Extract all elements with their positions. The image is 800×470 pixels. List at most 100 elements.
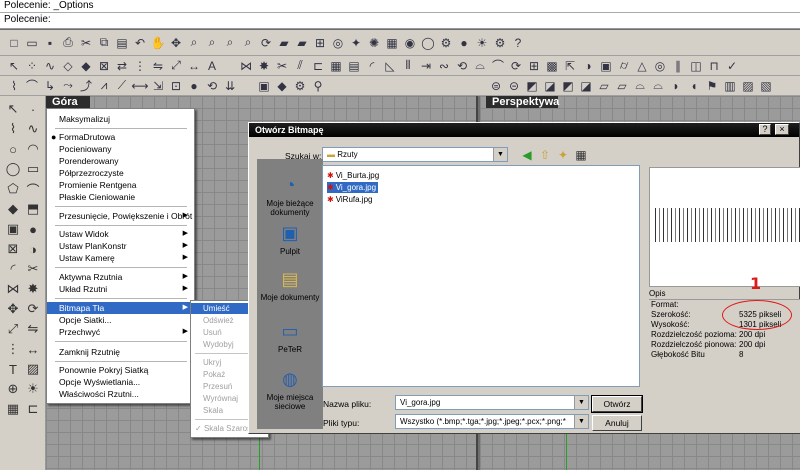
- select-arrow-icon[interactable]: ↖: [4, 100, 22, 118]
- place-network[interactable]: ◍ Moje miejsca sieciowe: [257, 367, 323, 412]
- hatch-tool-icon[interactable]: ▨: [24, 360, 42, 378]
- image2-icon[interactable]: ▧: [758, 78, 774, 94]
- view-menu-icon[interactable]: ▦: [573, 147, 589, 163]
- sphere-tool-icon[interactable]: ●: [24, 220, 42, 238]
- place-recent[interactable]: ◔ Moje bieżące dokumenty: [257, 173, 323, 218]
- check-icon[interactable]: ✓: [724, 58, 740, 74]
- cone-icon[interactable]: △: [634, 58, 650, 74]
- box-tool-icon[interactable]: ▣: [4, 220, 22, 238]
- sphere-icon[interactable]: ●: [456, 35, 472, 51]
- zoom-icon[interactable]: ⌕: [186, 35, 202, 51]
- transform-icon[interactable]: ⇄: [114, 58, 130, 74]
- car2-icon[interactable]: ▰: [294, 35, 310, 51]
- extrude-tool-icon[interactable]: ⬒: [24, 200, 42, 218]
- gear2-icon[interactable]: ⚙: [292, 78, 308, 94]
- unroll-icon[interactable]: ⇱: [562, 58, 578, 74]
- stretch-icon[interactable]: ⟷: [131, 78, 148, 94]
- menu-item-maximize[interactable]: Maksymalizuj: [47, 113, 194, 125]
- frame-icon[interactable]: ▥: [722, 78, 738, 94]
- box2-icon[interactable]: ▣: [256, 78, 272, 94]
- explode-tool-icon[interactable]: ✸: [24, 280, 42, 298]
- print-icon[interactable]: ⎙: [60, 35, 76, 51]
- property-icon[interactable]: ▤: [346, 58, 362, 74]
- options-icon[interactable]: ⚙: [492, 35, 508, 51]
- up-folder-icon[interactable]: ⇧: [537, 147, 553, 163]
- sheet-icon[interactable]: ◩: [524, 78, 540, 94]
- array-icon[interactable]: ⋮: [132, 58, 148, 74]
- menu-item-flat-shade[interactable]: Płaskie Cieniowanie: [47, 191, 194, 203]
- extend-icon[interactable]: ⇥: [418, 58, 434, 74]
- undo-icon[interactable]: ↶: [132, 35, 148, 51]
- taper-icon[interactable]: ⩘: [96, 78, 112, 94]
- trim-tool-icon[interactable]: ✂: [24, 260, 42, 278]
- project-icon[interactable]: ⇊: [222, 78, 238, 94]
- loft-icon[interactable]: ⌓: [472, 58, 488, 74]
- open-button[interactable]: Otwórz: [591, 395, 643, 413]
- bend-icon[interactable]: ↳: [42, 78, 58, 94]
- menu-item-background-bitmap[interactable]: Bitmapa Tła ▶: [47, 302, 194, 314]
- layer-icon[interactable]: ▦: [384, 35, 400, 51]
- revolve-icon[interactable]: ⟳: [508, 58, 524, 74]
- group-tool-icon[interactable]: ⊏: [24, 400, 42, 418]
- ellipse-tool-icon[interactable]: ◯: [4, 160, 22, 178]
- file-item-selected[interactable]: ✱ Vi_gora.jpg: [327, 182, 379, 193]
- plane-icon[interactable]: ▱: [596, 78, 612, 94]
- menu-item-active-viewport[interactable]: Aktywna Rzutnia ▶: [47, 271, 194, 283]
- plane2-icon[interactable]: ▱: [614, 78, 630, 94]
- shell-icon[interactable]: ◫: [688, 58, 704, 74]
- sheet3-icon[interactable]: ◩: [560, 78, 576, 94]
- close-button[interactable]: ×: [775, 124, 789, 135]
- array-tool-icon[interactable]: ⋮: [4, 340, 22, 358]
- save-icon[interactable]: ▪: [42, 35, 58, 51]
- render-icon[interactable]: ☀: [474, 35, 490, 51]
- filename-input[interactable]: Vi_gora.jpg ▼: [395, 395, 589, 410]
- rect-tool-icon[interactable]: ▭: [24, 160, 42, 178]
- network-icon[interactable]: ⊞: [526, 58, 542, 74]
- move-icon[interactable]: ✥: [168, 35, 184, 51]
- pipe-icon[interactable]: ∥: [670, 58, 686, 74]
- render-tool-icon[interactable]: ☀: [24, 380, 42, 398]
- patch-icon[interactable]: ▩: [544, 58, 560, 74]
- surface-icon[interactable]: ◇: [60, 58, 76, 74]
- curve-tool-icon[interactable]: ∿: [24, 120, 42, 138]
- fillet-icon[interactable]: ◜: [364, 58, 380, 74]
- back-icon[interactable]: ◀: [519, 147, 535, 163]
- cylinder-icon[interactable]: ⌭: [616, 58, 632, 74]
- menu-item-set-view[interactable]: Ustaw Widok ▶: [47, 228, 194, 240]
- join-tool-icon[interactable]: ⋈: [4, 280, 22, 298]
- look-in-combo[interactable]: ▬ Rzuty ▼: [322, 147, 508, 162]
- curve3-icon[interactable]: ⌓: [650, 78, 666, 94]
- disk-stack-icon[interactable]: ⊜: [488, 78, 504, 94]
- offset-icon[interactable]: ⫴: [400, 58, 416, 74]
- menu-item-grid-options[interactable]: Opcje Siatki...: [47, 314, 194, 326]
- cancel-button[interactable]: Anuluj: [592, 415, 642, 431]
- dimension-icon[interactable]: ↔: [186, 58, 202, 74]
- layer-tool-icon[interactable]: ▦: [4, 400, 22, 418]
- boolean-icon[interactable]: ◑: [580, 58, 596, 74]
- help-button[interactable]: ?: [759, 124, 771, 135]
- new-folder-icon[interactable]: ✦: [555, 147, 571, 163]
- analyze-tool-icon[interactable]: ⊕: [4, 380, 22, 398]
- viewport-title-perspective[interactable]: Perspektywa: [486, 96, 559, 108]
- file-item[interactable]: ✱ Vi_Burta.jpg: [327, 170, 381, 181]
- place-computer[interactable]: ▭ PeTeR: [257, 319, 323, 355]
- points-icon[interactable]: ⁘: [24, 58, 40, 74]
- mesh-icon[interactable]: ⊠: [96, 58, 112, 74]
- sheet2-icon[interactable]: ◪: [542, 78, 558, 94]
- curve-icon[interactable]: ∿: [42, 58, 58, 74]
- polygon-tool-icon[interactable]: ⬠: [4, 180, 22, 198]
- menu-item-remesh[interactable]: Ponownie Pokryj Siatką: [47, 364, 194, 376]
- menu-item-close-viewport[interactable]: Zamknij Rzutnię: [47, 346, 194, 358]
- target-icon[interactable]: ◎: [330, 35, 346, 51]
- help-icon[interactable]: ?: [510, 35, 526, 51]
- join-icon[interactable]: ⋈: [238, 58, 254, 74]
- move-tool-icon[interactable]: ✥: [4, 300, 22, 318]
- car-icon[interactable]: ▰: [276, 35, 292, 51]
- ring-icon[interactable]: ◯: [420, 35, 436, 51]
- surf3-icon[interactable]: ◖: [686, 78, 702, 94]
- command-prompt[interactable]: Polecenie:: [0, 12, 800, 26]
- rebuild-icon[interactable]: ⟲: [454, 58, 470, 74]
- curve2-icon[interactable]: ⌓: [632, 78, 648, 94]
- sheet4-icon[interactable]: ◪: [578, 78, 594, 94]
- light-icon[interactable]: ✦: [348, 35, 364, 51]
